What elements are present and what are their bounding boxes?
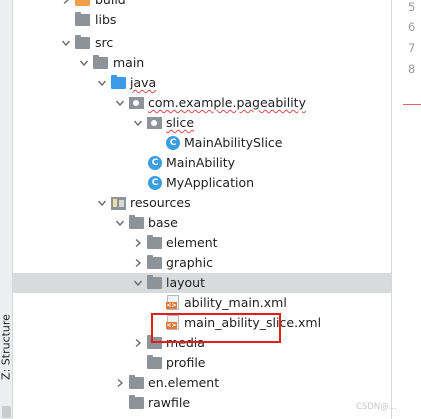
tree-item-label: main <box>113 55 145 70</box>
tree-item-label: MainAbilitySlice <box>184 135 283 150</box>
chevron-down-icon[interactable] <box>77 53 91 73</box>
folder-icon <box>75 35 91 51</box>
tree-item-libs[interactable]: libs <box>13 10 391 30</box>
tree-item-element[interactable]: element <box>13 233 391 253</box>
package-icon <box>129 95 145 111</box>
class-icon: C <box>148 175 164 191</box>
favorites-tool-button[interactable] <box>2 406 11 418</box>
folder-icon <box>147 275 163 291</box>
resources-folder-icon <box>111 195 127 211</box>
tool-window-strip: Z: Structure <box>0 0 13 419</box>
project-tree[interactable]: build libs src main java com.example.pag… <box>13 0 391 419</box>
tree-item-label: resources <box>130 195 191 210</box>
chevron-right-icon[interactable] <box>59 0 73 10</box>
tree-item-label: graphic <box>166 255 213 270</box>
tree-item-resources[interactable]: resources <box>13 193 391 213</box>
orange-folder-icon <box>75 0 91 8</box>
folder-icon <box>129 395 145 411</box>
right-margin-marker <box>403 104 421 105</box>
chevron-down-icon[interactable] <box>113 213 127 233</box>
package-icon <box>147 115 163 131</box>
tree-item-label: ability_main.xml <box>184 295 287 310</box>
watermark: CSDN@... <box>356 402 397 412</box>
tree-item-rawfile[interactable]: rawfile <box>13 393 391 413</box>
line-number: 6 <box>408 20 416 34</box>
class-icon: C <box>148 155 164 171</box>
folder-icon <box>147 255 163 271</box>
folder-icon <box>147 235 163 251</box>
tree-item-graphic[interactable]: graphic <box>13 253 391 273</box>
tree-item-slice[interactable]: slice <box>13 113 391 133</box>
chevron-right-icon[interactable] <box>131 253 145 273</box>
tree-item-main[interactable]: main <box>13 53 391 73</box>
tree-item-mainabilityslice[interactable]: C MainAbilitySlice <box>13 133 391 153</box>
line-number: 5 <box>408 0 416 14</box>
chevron-down-icon[interactable] <box>59 33 73 53</box>
tree-item-label: rawfile <box>148 395 191 410</box>
folder-icon <box>129 375 145 391</box>
tree-item-myapplication[interactable]: C MyApplication <box>13 173 391 193</box>
source-folder-icon <box>111 75 127 91</box>
editor-gutter: 5 6 7 8 <box>392 0 421 419</box>
tree-item-label: en.element <box>148 375 220 390</box>
tree-item-label: MainAbility <box>166 155 236 170</box>
class-icon: C <box>166 135 182 151</box>
tree-item-label: slice <box>166 115 195 130</box>
tree-item-label: com.example.pageability <box>148 95 306 110</box>
tree-item-profile[interactable]: profile <box>13 353 391 373</box>
highlight-annotation-box <box>151 313 281 343</box>
structure-tool-label: Z: Structure <box>0 314 13 380</box>
tree-item-label: src <box>95 35 114 50</box>
tree-item-label: element <box>166 235 218 250</box>
line-number: 8 <box>408 62 416 76</box>
tree-item-build[interactable]: build <box>13 0 391 10</box>
folder-icon <box>129 215 145 231</box>
folder-icon <box>75 12 91 28</box>
tree-item-label: layout <box>166 275 206 290</box>
chevron-right-icon[interactable] <box>131 333 145 353</box>
folder-icon <box>147 355 163 371</box>
chevron-down-icon[interactable] <box>131 273 145 293</box>
chevron-down-icon[interactable] <box>95 73 109 93</box>
tree-item-java[interactable]: java <box>13 73 391 93</box>
chevron-down-icon[interactable] <box>113 93 127 113</box>
tree-item-label: MyApplication <box>166 175 255 190</box>
tree-item-base[interactable]: base <box>13 213 391 233</box>
tree-item-ability-main-xml[interactable]: <> ability_main.xml <box>13 293 391 313</box>
tree-item-en-element[interactable]: en.element <box>13 373 391 393</box>
tree-item-label: profile <box>166 355 206 370</box>
chevron-down-icon[interactable] <box>131 113 145 133</box>
folder-icon <box>93 55 109 71</box>
tree-item-label: build <box>95 0 126 10</box>
chevron-right-icon[interactable] <box>131 233 145 253</box>
tree-item-label: java <box>130 75 157 90</box>
chevron-right-icon[interactable] <box>113 373 127 393</box>
tree-item-src[interactable]: src <box>13 33 391 53</box>
tree-item-layout[interactable]: layout <box>13 273 391 293</box>
xml-file-icon: <> <box>166 295 182 311</box>
line-number: 7 <box>408 41 416 55</box>
structure-tool-button[interactable]: Z: Structure <box>0 312 13 382</box>
chevron-down-icon[interactable] <box>95 193 109 213</box>
tree-item-mainability[interactable]: C MainAbility <box>13 153 391 173</box>
tree-item-label: base <box>148 215 178 230</box>
tree-item-package[interactable]: com.example.pageability <box>13 93 391 113</box>
tree-item-label: libs <box>95 12 117 27</box>
